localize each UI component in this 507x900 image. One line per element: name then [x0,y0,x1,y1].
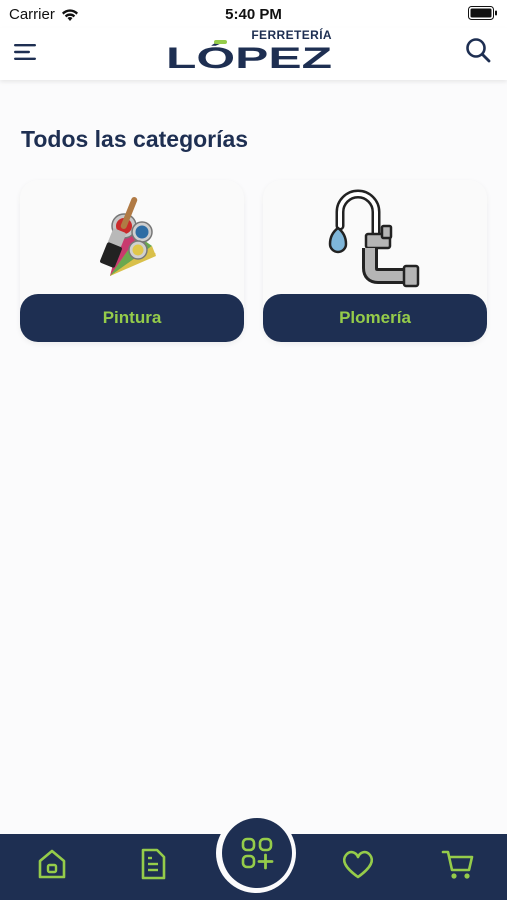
cart-icon [441,850,474,879]
document-icon [141,848,166,880]
category-image-plomeria [263,188,487,288]
category-button-plomeria[interactable]: Plomería [263,294,487,342]
logo-text: LÓPEZ [166,41,332,70]
categories-icon [241,837,274,870]
logo-wordmark: LÓPEZ [166,40,332,70]
nav-favorites[interactable] [340,846,376,882]
status-bar: Carrier 5:40 PM [0,0,507,28]
status-time: 5:40 PM [225,6,282,23]
category-card-plomeria[interactable]: Plomería [263,180,487,342]
category-button-pintura[interactable]: Pintura [20,294,244,342]
page-title: Todos las categorías [21,126,249,152]
logo: FERRETERÍA LÓPEZ [164,28,336,74]
search-icon[interactable] [463,35,493,65]
app-header: FERRETERÍA LÓPEZ [0,28,507,80]
nav-orders[interactable] [135,846,171,882]
nav-cart[interactable] [440,846,476,882]
paint-palette-icon [100,197,156,276]
categories-button[interactable] [222,818,292,888]
home-icon [38,849,66,879]
heart-icon [342,850,374,879]
category-card-pintura[interactable]: Pintura [20,180,244,342]
category-image-pintura [20,188,244,288]
nav-home[interactable] [34,846,70,882]
menu-icon[interactable] [12,38,40,66]
battery-icon [468,6,497,20]
faucet-pipe-icon [328,189,420,288]
